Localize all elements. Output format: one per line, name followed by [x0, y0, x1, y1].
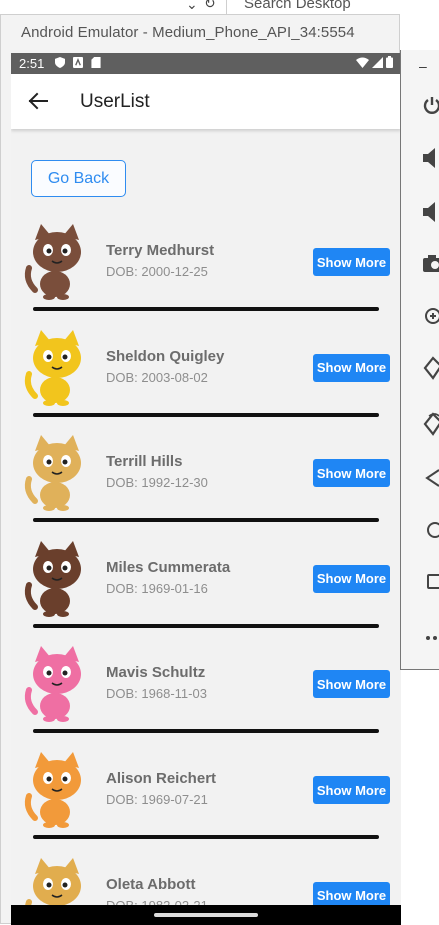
list-item: Sheldon Quigley DOB: 2003-08-02 Show More: [11, 320, 401, 426]
status-time: 2:51: [19, 56, 44, 71]
zoom-icon[interactable]: [423, 305, 439, 329]
list-item: Miles Cummerata DOB: 1969-01-16 Show More: [11, 531, 401, 637]
user-name: Sheldon Quigley: [106, 348, 224, 365]
cell-signal-icon: [372, 57, 383, 68]
list-item: Terrill Hills DOB: 1992-12-30 Show More: [11, 425, 401, 531]
show-more-button[interactable]: Show More: [313, 882, 390, 905]
more-options-icon[interactable]: [423, 624, 439, 648]
show-more-button[interactable]: Show More: [313, 776, 390, 804]
divider: [226, 0, 227, 14]
user-dob: DOB: 1968-11-03: [106, 686, 207, 701]
show-more-button[interactable]: Show More: [313, 670, 390, 698]
user-dob: DOB: 2000-12-25: [106, 264, 208, 279]
desktop-search-input[interactable]: Search Desktop: [244, 0, 351, 12]
chevron-down-icon[interactable]: ⌄: [186, 0, 198, 13]
home-gesture-handle[interactable]: [154, 913, 258, 917]
avatar: [21, 748, 97, 828]
row-divider: [33, 624, 379, 628]
user-dob: DOB: 1969-01-16: [106, 581, 208, 596]
rotate-left-icon[interactable]: [423, 356, 439, 380]
row-divider: [33, 413, 379, 417]
overview-square-icon[interactable]: [423, 570, 439, 594]
wifi-icon: [356, 57, 369, 68]
user-name: Terry Medhurst: [106, 242, 214, 259]
user-name: Alison Reichert: [106, 770, 216, 787]
list-item: Terry Medhurst DOB: 2000-12-25 Show More: [11, 214, 401, 320]
minimize-icon[interactable]: –: [419, 58, 427, 74]
app-notification-icon: [73, 57, 83, 68]
row-divider: [33, 307, 379, 311]
user-list-content[interactable]: Go Back Terry Medhurst DOB: 2000-12-25 Sho…: [11, 129, 401, 905]
desktop-taskbar-strip: ⌄ ↻ Search Desktop: [0, 0, 439, 14]
row-divider: [33, 518, 379, 522]
camera-icon[interactable]: [423, 252, 439, 276]
row-divider: [33, 729, 379, 733]
user-name: Terrill Hills: [106, 453, 182, 470]
home-circle-icon[interactable]: [423, 518, 439, 542]
back-arrow-icon[interactable]: [27, 90, 49, 112]
show-more-button[interactable]: Show More: [313, 354, 390, 382]
phone-screen: 2:51 UserList Go Back Terry Medhurst DOB:…: [11, 53, 401, 925]
list-item: Mavis Schultz DOB: 1968-11-03 Show More: [11, 636, 401, 742]
rotate-right-icon[interactable]: [423, 412, 439, 436]
volume-up-icon[interactable]: [423, 146, 439, 170]
sd-card-icon: [91, 57, 101, 68]
emulator-side-toolbar: –: [400, 50, 439, 670]
emulator-window: Android Emulator - Medium_Phone_API_34:5…: [0, 14, 400, 924]
list-item: Oleta Abbott DOB: 1982-02-21 Show More: [11, 848, 401, 905]
user-dob: DOB: 2003-08-02: [106, 370, 208, 385]
avatar: [21, 537, 97, 617]
show-more-button[interactable]: Show More: [313, 565, 390, 593]
back-triangle-icon[interactable]: [423, 466, 439, 490]
battery-icon: [386, 56, 393, 68]
avatar: [21, 854, 97, 905]
app-bar: UserList: [11, 74, 401, 129]
list-item: Alison Reichert DOB: 1969-07-21 Show More: [11, 742, 401, 848]
go-back-button[interactable]: Go Back: [31, 160, 126, 197]
refresh-icon[interactable]: ↻: [204, 0, 216, 12]
avatar: [21, 431, 97, 511]
user-dob: DOB: 1982-02-21: [106, 898, 208, 905]
avatar: [21, 220, 97, 300]
user-name: Oleta Abbott: [106, 876, 195, 893]
user-dob: DOB: 1969-07-21: [106, 792, 208, 807]
avatar: [21, 642, 97, 722]
user-name: Miles Cummerata: [106, 559, 230, 576]
show-more-button[interactable]: Show More: [313, 248, 390, 276]
page-title: UserList: [80, 91, 150, 113]
status-bar: 2:51: [11, 53, 401, 74]
navigation-bar: [11, 905, 401, 925]
user-name: Mavis Schultz: [106, 664, 205, 681]
power-icon[interactable]: [423, 94, 439, 118]
avatar: [21, 326, 97, 406]
user-dob: DOB: 1992-12-30: [106, 475, 208, 490]
emulator-window-title: Android Emulator - Medium_Phone_API_34:5…: [21, 24, 355, 41]
show-more-button[interactable]: Show More: [313, 459, 390, 487]
row-divider: [33, 835, 379, 839]
volume-down-icon[interactable]: [423, 200, 439, 224]
shield-icon: [55, 57, 65, 68]
status-right-icons: [356, 56, 393, 68]
